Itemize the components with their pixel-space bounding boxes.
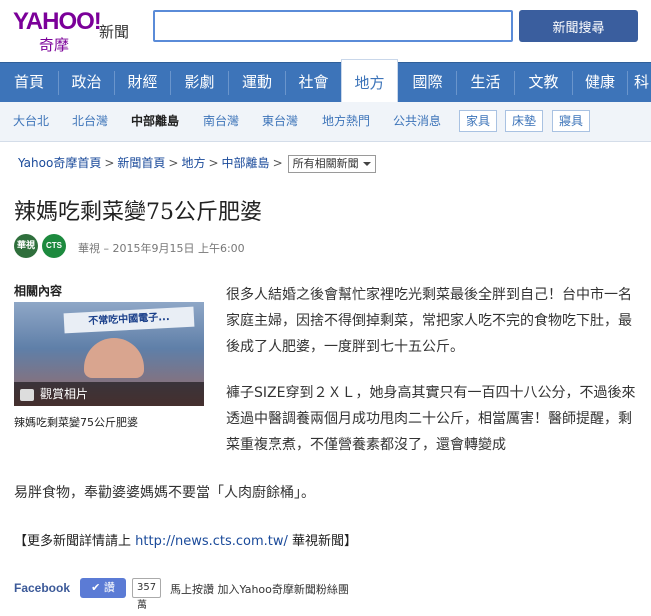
cts-news-link[interactable]: http://news.cts.com.tw/ — [135, 534, 288, 549]
breadcrumb-item[interactable]: 地方 — [181, 156, 205, 170]
article-meta: 華視 – 2015年9月15日 上午6:00 — [78, 242, 245, 255]
article-paragraph-1: 很多人結婚之後會幫忙家裡吃光剩菜最後全胖到自己！台中市一名家庭主婦，因捨不得倒掉… — [226, 287, 632, 355]
thumbs-up-icon: ✔ — [91, 581, 104, 594]
thumb-image-content — [84, 338, 144, 378]
nav-item-home[interactable]: 首頁 — [0, 63, 58, 102]
cts-logo-icon: CTS — [42, 234, 66, 258]
nav-item-education[interactable]: 文教 — [515, 63, 572, 102]
more-news-line: 【更多新聞詳情請上 http://news.cts.com.tw/ 華視新聞】 — [14, 534, 358, 549]
search-button[interactable]: 新聞搜尋 — [519, 10, 638, 42]
nav-item-entertainment[interactable]: 影劇 — [171, 63, 228, 102]
main-nav: 首頁 政治 財經 影劇 運動 社會 地方 國際 生活 文教 健康 科 — [0, 59, 651, 102]
nav-item-international[interactable]: 國際 — [399, 63, 456, 102]
facebook-like-button[interactable]: ✔ 讚 — [80, 578, 126, 598]
article-paragraph-2: 褲子SIZE穿到２ＸＬ，她身高其實只有一百四十八公分，不過後來透過中醫調養兩個月… — [226, 385, 636, 453]
subnav-item-public-notice[interactable]: 公共消息 — [393, 112, 441, 129]
subnav-ad-mattress[interactable]: 床墊 — [505, 110, 544, 132]
nav-item-sports[interactable]: 運動 — [229, 63, 285, 102]
thumb-banner: 不常吃中國電子... — [63, 306, 195, 334]
yahoo-news-logo[interactable]: YAHOO! 奇摩 新聞 — [13, 8, 133, 54]
photo-caption[interactable]: 辣媽吃剩菜變75公斤肥婆 — [14, 414, 138, 430]
article-title: 辣媽吃剩菜變75公斤肥婆 — [14, 200, 262, 225]
logo-section: 新聞 — [99, 23, 130, 41]
nav-item-health[interactable]: 健康 — [573, 63, 627, 102]
like-cta-text: 馬上按讚 加入Yahoo奇摩新聞粉絲團 — [170, 583, 349, 596]
related-content-heading: 相關內容 — [14, 284, 63, 298]
related-photo[interactable]: 不常吃中國電子... 觀賞相片 — [14, 302, 204, 406]
like-count: 357萬 — [132, 578, 162, 611]
nav-item-politics[interactable]: 政治 — [59, 63, 114, 102]
breadcrumb-item[interactable]: 中部離島 — [222, 156, 270, 170]
subnav-item-east[interactable]: 東台灣 — [262, 112, 298, 129]
camera-icon — [20, 389, 34, 401]
logo-yahoo: YAHOO! — [13, 8, 102, 35]
nav-item-science[interactable]: 科 — [628, 63, 651, 102]
search-input[interactable] — [153, 10, 513, 42]
breadcrumb-item[interactable]: 新聞首頁 — [117, 156, 165, 170]
subnav-ad-furniture[interactable]: 家具 — [459, 110, 498, 132]
subnav-item-taipei[interactable]: 大台北 — [13, 112, 49, 129]
header: YAHOO! 奇摩 新聞 新聞搜尋 — [0, 0, 651, 62]
sub-nav: 大台北 北台灣 中部離島 南台灣 東台灣 地方熱門 公共消息 家具 床墊 寢具 — [0, 102, 651, 142]
subnav-item-central[interactable]: 中部離島 — [131, 112, 179, 129]
source-logo-icon: 華視 — [14, 234, 38, 258]
view-photo-label: 觀賞相片 — [40, 387, 89, 401]
breadcrumb-item[interactable]: Yahoo奇摩首頁 — [18, 156, 101, 170]
nav-item-society[interactable]: 社會 — [286, 63, 341, 102]
subnav-item-north[interactable]: 北台灣 — [72, 112, 108, 129]
subnav-ad-bedding[interactable]: 寢具 — [552, 110, 591, 132]
nav-item-local[interactable]: 地方 — [341, 59, 398, 102]
facebook-label: Facebook — [14, 581, 71, 595]
subnav-item-south[interactable]: 南台灣 — [203, 112, 239, 129]
article-paragraph-2-continued: 易胖食物，奉勸婆婆媽媽不要當「人肉廚餘桶」。 — [14, 485, 315, 501]
nav-item-life[interactable]: 生活 — [457, 63, 514, 102]
nav-item-finance[interactable]: 財經 — [115, 63, 170, 102]
related-news-dropdown[interactable]: 所有相關新聞 — [287, 154, 376, 173]
logo-sub: 奇摩 — [39, 36, 70, 54]
breadcrumb: Yahoo奇摩首頁 > 新聞首頁 > 地方 > 中部離島 > 所有相關新聞 — [18, 154, 376, 173]
subnav-item-local-hot[interactable]: 地方熱門 — [322, 112, 370, 129]
